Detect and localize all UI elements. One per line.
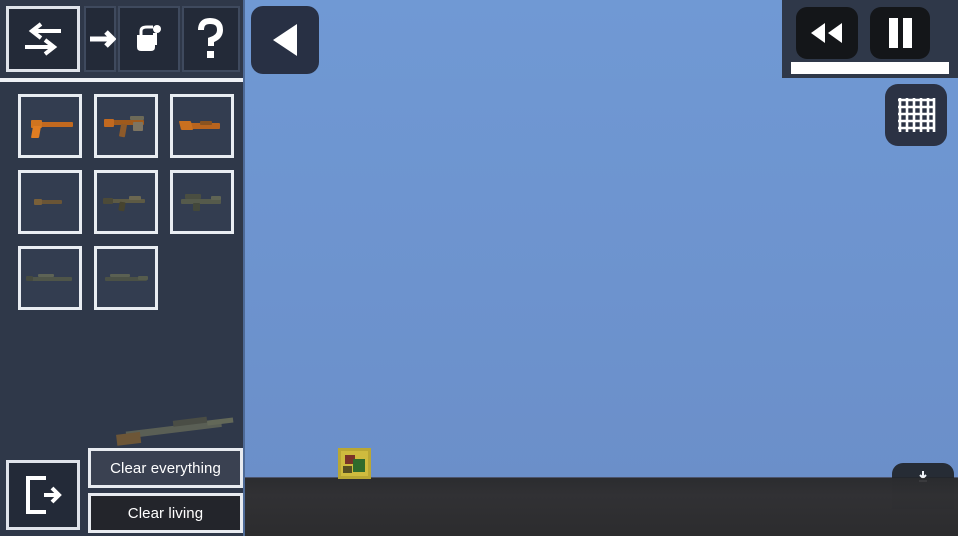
clear-everything-label: Clear everything (110, 459, 221, 477)
weapon-slot-battle-rifle[interactable] (94, 246, 158, 310)
weapon-slot-pistol[interactable] (18, 94, 82, 158)
weapon-slot-smg[interactable] (94, 94, 158, 158)
rewind-icon (808, 20, 846, 46)
weapon-row (18, 246, 238, 310)
weapon-slot-shotgun[interactable] (170, 94, 234, 158)
paint-bucket-icon (131, 21, 167, 57)
tabbar-divider (0, 78, 245, 82)
playback-controls (782, 0, 958, 78)
entity-detail-b (353, 459, 365, 472)
clear-button-group: Clear everything Clear living (88, 448, 243, 533)
entity-detail-c (343, 466, 352, 473)
ground-occluder (878, 478, 958, 536)
weapon-panel: Clear everything Clear living (0, 0, 245, 536)
pause-button[interactable] (870, 7, 930, 59)
weapon-slot-assault-rifle[interactable] (94, 170, 158, 234)
dragged-weapon[interactable] (111, 411, 234, 451)
clear-living-label: Clear living (127, 504, 204, 522)
tab-paint[interactable] (118, 6, 180, 72)
grid-toggle-button[interactable] (885, 84, 947, 146)
speed-slider[interactable] (791, 62, 949, 74)
swap-arrows-icon (23, 22, 63, 56)
panel-tabbar (0, 0, 245, 82)
dragged-weapon-stock (116, 431, 142, 446)
pause-icon (886, 16, 914, 50)
weapon-grid (18, 94, 238, 322)
panel-right-edge (243, 0, 245, 536)
tab-spawn[interactable] (84, 6, 116, 72)
collapse-panel-button[interactable] (251, 6, 319, 74)
weapon-slot-machine-gun[interactable] (170, 170, 234, 234)
spawned-entity[interactable] (338, 448, 371, 479)
triangle-left-icon (268, 21, 302, 59)
clear-living-button[interactable]: Clear living (88, 493, 243, 533)
game-root: Clear everything Clear living (0, 0, 958, 536)
tab-help[interactable] (182, 6, 240, 72)
exit-door-icon (22, 474, 64, 516)
grid-icon (896, 95, 936, 135)
clear-everything-button[interactable]: Clear everything (88, 448, 243, 488)
exit-button[interactable] (6, 460, 80, 530)
weapon-row (18, 170, 238, 234)
question-mark-icon (196, 18, 226, 60)
weapon-slot-sniper-rifle[interactable] (18, 246, 82, 310)
arrow-right-icon (84, 27, 116, 51)
weapon-slot-revolver[interactable] (18, 170, 82, 234)
rewind-button[interactable] (796, 7, 858, 59)
weapon-row (18, 94, 238, 158)
tab-swap[interactable] (6, 6, 80, 72)
